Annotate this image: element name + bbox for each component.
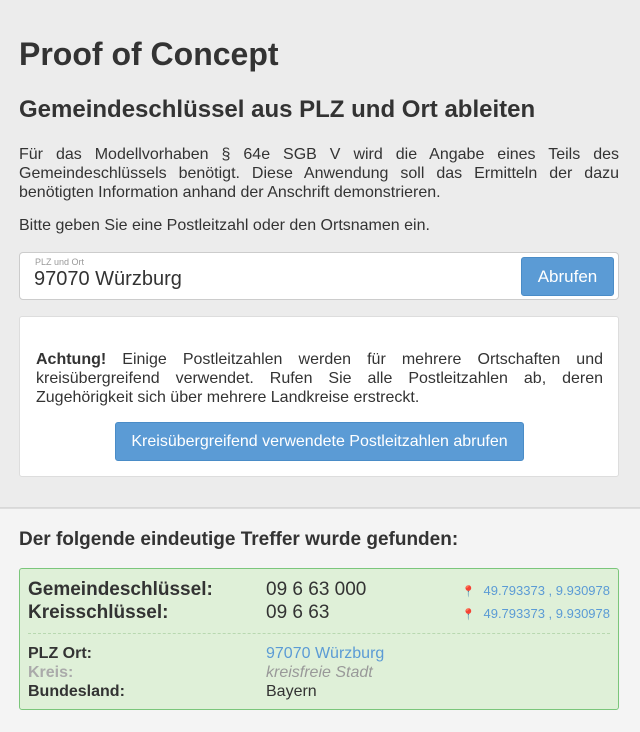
warning-body: Einige Postleitzahlen werden für mehrere… <box>36 351 603 406</box>
gemeinde-key-label: Gemeindeschlüssel: <box>28 579 213 600</box>
kreis-key-value: 09 6 63 <box>266 602 330 623</box>
result-card: Gemeindeschlüssel: 09 6 63 000 📍 49.79337… <box>19 568 619 710</box>
hint-text: Bitte geben Sie eine Postleitzahl oder d… <box>19 217 430 234</box>
kreis-label: Kreis: <box>28 664 74 681</box>
search-input[interactable] <box>34 265 514 293</box>
kreis-coords: 49.793373 , 9.930978 <box>483 606 610 621</box>
page-title: Proof of Concept <box>19 36 279 72</box>
gemeinde-key-value: 09 6 63 000 <box>266 579 367 600</box>
warning-text: Achtung! Einige Postleitzahlen werden fü… <box>36 350 603 407</box>
fetch-button[interactable]: Abrufen <box>521 257 614 296</box>
map-pin-icon: 📍 <box>461 609 476 621</box>
kreis-key-label: Kreisschlüssel: <box>28 602 169 623</box>
warning-strong: Achtung! <box>36 351 107 368</box>
result-heading: Der folgende eindeutige Treffer wurde ge… <box>19 529 459 550</box>
warning-panel: Achtung! Einige Postleitzahlen werden fü… <box>19 316 619 477</box>
bundesland-value: Bayern <box>266 683 317 700</box>
gemeinde-coords-link[interactable]: 📍 49.793373 , 9.930978 <box>462 583 610 598</box>
page-subtitle: Gemeindeschlüssel aus PLZ und Ort ableit… <box>19 96 536 123</box>
kreis-value: kreisfreie Stadt <box>266 664 373 681</box>
search-box: PLZ und Ort Abrufen <box>19 252 619 300</box>
plz-label: PLZ Ort: <box>28 645 92 662</box>
result-separator <box>28 633 610 634</box>
fetch-cross-district-button[interactable]: Kreisübergreifend verwendete Postleitzah… <box>115 422 524 461</box>
bundesland-label: Bundesland: <box>28 683 125 700</box>
gemeinde-coords: 49.793373 , 9.930978 <box>483 583 610 598</box>
map-pin-icon: 📍 <box>461 586 476 598</box>
intro-text: Für das Modellvorhaben § 64e SGB V wird … <box>19 146 619 201</box>
kreis-coords-link[interactable]: 📍 49.793373 , 9.930978 <box>462 606 610 621</box>
plz-link[interactable]: 97070 Würzburg <box>266 645 384 663</box>
